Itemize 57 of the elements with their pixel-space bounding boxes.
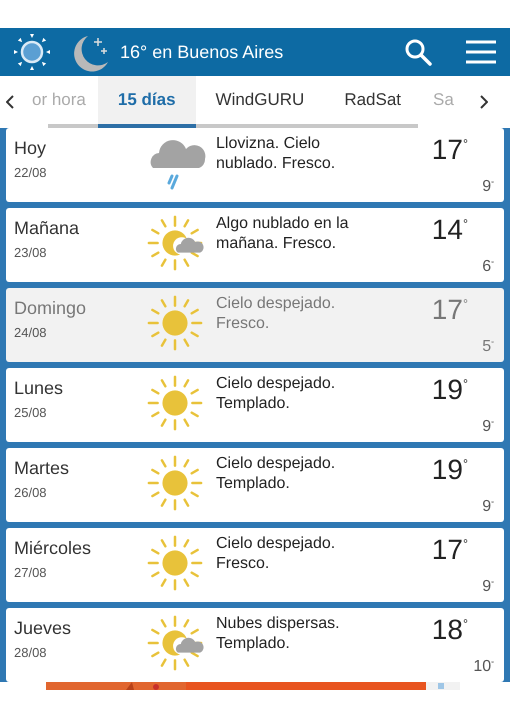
day-date: 27/08 — [14, 565, 48, 580]
chevron-left-icon[interactable] — [6, 95, 14, 109]
forecast-text: Algo nublado en la mañana. Fresco. — [216, 214, 350, 254]
day-card[interactable]: Domingo 24/08 Cielo despejado. Fresco. 17$^{°}$ 5$^{°}$ — [6, 288, 504, 362]
low-temperature: 9$^{°}$ — [482, 498, 494, 516]
day-card[interactable]: Jueves 28/08 Nubes dispersas. Templado. 18$^{°}$ 10$^{°}$ — [6, 608, 504, 682]
high-temperature: 19$^{°}$ — [432, 374, 468, 406]
day-name: Domingo — [14, 298, 88, 319]
day-card[interactable]: Hoy 22/08 Llovizna. Cielo nublado. Fresco. 17$^{°}$ 9$^{°}$ — [6, 128, 504, 202]
day-name: Hoy — [14, 138, 48, 159]
high-temperature: 17$^{°}$ — [432, 534, 468, 566]
day-date: 25/08 — [14, 405, 48, 420]
sun-icon — [146, 454, 204, 512]
day-name: Miércoles — [14, 538, 92, 559]
forecast-text: Cielo despejado. Templado. — [216, 454, 336, 494]
forecast-text: Nubes dispersas. Templado. — [216, 614, 341, 654]
forecast-text: Cielo despejado. Fresco. — [216, 534, 336, 574]
day-card[interactable]: Martes 26/08 Cielo despejado. Templado. 19$^{°}$ 9$^{°}$ — [6, 448, 504, 522]
menu-icon[interactable] — [466, 40, 496, 64]
day-date: 22/08 — [14, 165, 48, 180]
high-temperature: 19$^{°}$ — [432, 454, 468, 486]
forecast-text: Llovizna. Cielo nublado. Fresco. — [216, 134, 336, 174]
low-temperature: 10$^{°}$ — [473, 658, 494, 676]
chevron-right-icon[interactable] — [480, 95, 488, 109]
tab[interactable]: WindGURU — [196, 76, 324, 128]
day-name: Lunes — [14, 378, 64, 399]
day-card[interactable]: Lunes 25/08 Cielo despejado. Templado. 19$^{°}$ 9$^{°}$ — [6, 368, 504, 442]
day-card[interactable]: Mañana 23/08 Algo nublado en la mañana. Fresco. 14$^{°}$ 6$^{°}$ — [6, 208, 504, 282]
day-name: Jueves — [14, 618, 72, 639]
high-temperature: 14$^{°}$ — [432, 214, 468, 246]
day-date: 24/08 — [14, 325, 48, 340]
high-temperature: 17$^{°}$ — [432, 134, 468, 166]
location-title: 16° en Buenos Aires — [120, 42, 284, 62]
low-temperature: 6$^{°}$ — [482, 258, 494, 276]
day-date: 23/08 — [14, 245, 48, 260]
sun-icon — [146, 374, 204, 432]
high-temperature: 18$^{°}$ — [432, 614, 468, 646]
sun-icon — [12, 32, 52, 72]
forecast-text: Cielo despejado. Fresco. — [216, 294, 336, 334]
forecast-text: Cielo despejado. Templado. — [216, 374, 336, 414]
low-temperature: 9$^{°}$ — [482, 578, 494, 596]
day-card[interactable]: Miércoles 27/08 Cielo despejado. Fresco. 17$^{°}$ 9$^{°}$ — [6, 528, 504, 602]
day-name: Martes — [14, 458, 70, 479]
search-icon[interactable] — [404, 38, 432, 66]
sun-icon — [146, 534, 204, 592]
low-temperature: 9$^{°}$ — [482, 178, 494, 196]
tab[interactable]: RadSat — [324, 76, 422, 128]
high-temperature: 17$^{°}$ — [432, 294, 468, 326]
low-temperature: 5$^{°}$ — [482, 338, 494, 356]
sun-icon — [146, 294, 204, 352]
day-date: 28/08 — [14, 645, 48, 660]
tab[interactable]: 15 días — [98, 76, 196, 128]
day-date: 26/08 — [14, 485, 48, 500]
day-name: Mañana — [14, 218, 80, 239]
sun-cloud-icon — [146, 614, 204, 672]
sun-cloud-icon — [146, 214, 204, 272]
low-temperature: 9$^{°}$ — [482, 418, 494, 436]
